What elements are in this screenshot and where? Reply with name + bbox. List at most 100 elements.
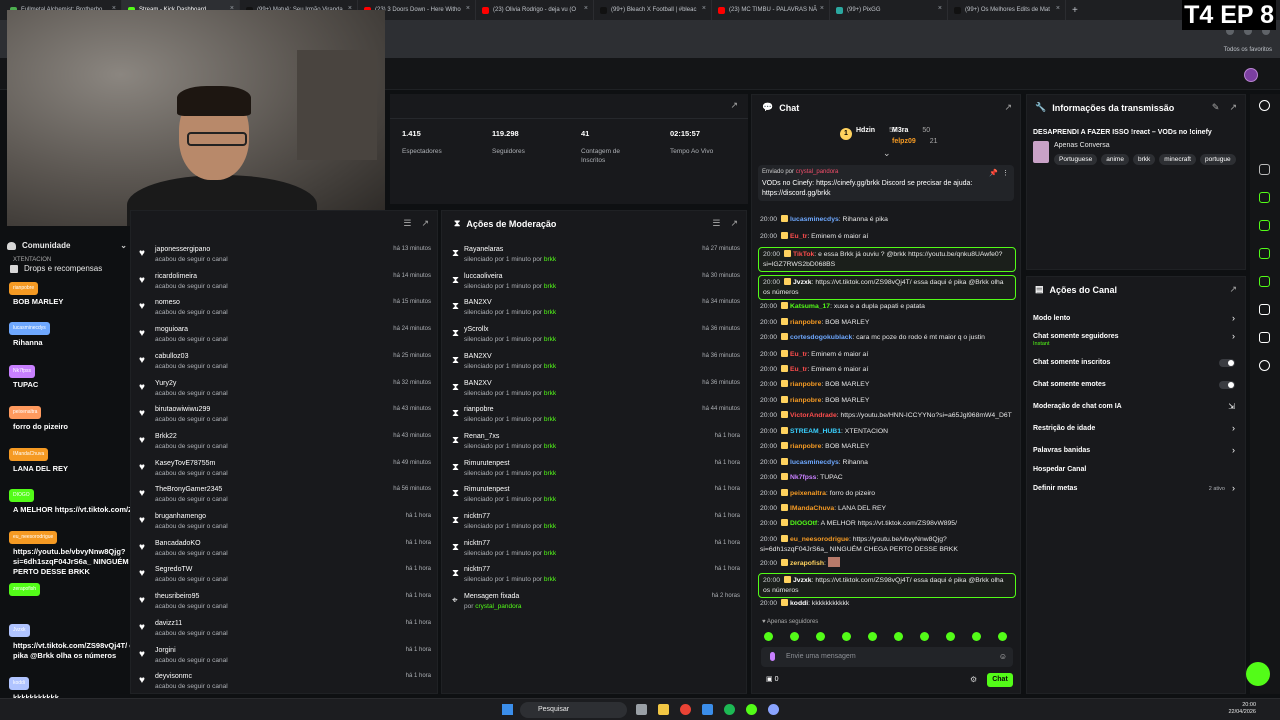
chat-username[interactable]: koddi	[790, 600, 808, 607]
browser-tab[interactable]: (99+) PixGG ×	[830, 0, 948, 20]
chat-username[interactable]: Jvzxk	[793, 279, 812, 286]
chat-input[interactable]: Envie uma mensagem ☺	[761, 647, 1013, 667]
list-item[interactable]: ♥ japonessergipano acabou de seguir o cana…	[139, 245, 431, 271]
pin-icon[interactable]: 📌	[989, 169, 998, 177]
chat-username[interactable]: TikTok	[793, 251, 814, 258]
chat-username[interactable]: rianpobre	[790, 443, 821, 450]
chat-username[interactable]: rianpobre	[790, 381, 821, 388]
list-item[interactable]: ♥ Yury2y acabou de seguir o canal há 32 min…	[139, 379, 431, 405]
new-tab-button[interactable]: +	[1072, 5, 1078, 16]
moderated-user-name[interactable]: rianpobre	[464, 406, 494, 413]
close-icon[interactable]: ×	[820, 5, 824, 12]
emote-icon[interactable]	[998, 632, 1007, 641]
moderator-name[interactable]: brkk	[544, 390, 556, 397]
send-chat-button[interactable]: Chat	[987, 673, 1013, 687]
channel-action-row[interactable]: Modo lento ›	[1027, 313, 1245, 331]
moderated-user-name[interactable]: Rimurutenpest	[464, 486, 510, 493]
server-icon[interactable]	[1259, 304, 1270, 315]
follower-name[interactable]: Brkk22	[155, 433, 177, 440]
emote-icon[interactable]	[764, 632, 773, 641]
emote-icon[interactable]	[868, 632, 877, 641]
moderated-user-name[interactable]: BAN2XV	[464, 380, 492, 387]
chevron-down-icon[interactable]: ⌄	[120, 241, 127, 250]
moderated-user-name[interactable]: BAN2XV	[464, 353, 492, 360]
chat-username[interactable]: Jvzxk	[793, 577, 812, 584]
pinned-by-user[interactable]: crystal_pandora	[796, 169, 839, 175]
chat-username[interactable]: Eu_tr	[790, 366, 807, 373]
chat-username[interactable]: cortesdogokublack	[790, 334, 852, 341]
list-item[interactable]: ♥ Jorgini acabou de seguir o canal há 1 hor…	[139, 646, 431, 672]
message-icon[interactable]	[1259, 248, 1270, 259]
taskbar-search[interactable]: Pesquisar	[520, 702, 627, 718]
moderator-name[interactable]: brkk	[544, 523, 556, 530]
tag-chip[interactable]: minecraft	[1159, 154, 1196, 165]
moderator-name[interactable]: brkk	[544, 309, 556, 316]
browser-tab[interactable]: (99+) Os Melhores Edits de Mat ×	[948, 0, 1066, 20]
moderated-user-name[interactable]: nicktn77	[464, 566, 490, 573]
chat-username[interactable]: lucasminecdys	[790, 459, 839, 466]
list-item[interactable]: ⧗ BAN2XV silenciado por 1 minuto por brkk h…	[450, 298, 740, 324]
camera-icon[interactable]	[1259, 164, 1270, 175]
taskbar-clock[interactable]: 20:00 22/04/2026	[1228, 702, 1256, 716]
emoji-icon[interactable]: ☺	[999, 652, 1007, 661]
popout-icon[interactable]: ↗	[730, 218, 738, 229]
emote-icon[interactable]	[842, 632, 851, 641]
list-item[interactable]: ♥ KaseyTovE78755m acabou de seguir o canal…	[139, 459, 431, 485]
follower-name[interactable]: ricardolimeira	[155, 273, 197, 280]
chat-username[interactable]: IMandaChuva	[790, 505, 834, 512]
follower-name[interactable]: moguioara	[155, 326, 188, 333]
list-item[interactable]: ♥ nomeso acabou de seguir o canal há 15 min…	[139, 298, 431, 324]
chrome-icon[interactable]	[680, 704, 691, 715]
popout-icon[interactable]: ↗	[1004, 102, 1012, 113]
moderated-user-name[interactable]: Rimurutenpest	[464, 460, 510, 467]
chat-username[interactable]: Eu_tr	[790, 351, 807, 358]
list-item[interactable]: ♥ TheBronyGamer2345 acabou de seguir o can…	[139, 485, 431, 511]
emote-icon[interactable]	[920, 632, 929, 641]
close-icon[interactable]: ×	[584, 5, 588, 12]
list-item[interactable]: ♥ BancadadoKO acabou de seguir o canal há 1…	[139, 539, 431, 565]
list-item[interactable]: ⧗ nicktn77 silenciado por 1 minuto por brk…	[450, 539, 740, 565]
follower-name[interactable]: SegredoTW	[155, 566, 192, 573]
moderated-user-name[interactable]: nicktn77	[464, 513, 490, 520]
close-icon[interactable]: ×	[938, 5, 942, 12]
channel-action-row[interactable]: Definir metas 2 ativo ›	[1027, 483, 1245, 501]
filter-icon[interactable]: ☰	[403, 218, 411, 229]
close-icon[interactable]: ×	[466, 5, 470, 12]
quick-action-button[interactable]	[1246, 662, 1270, 686]
channel-action-row[interactable]: Chat somente seguidores Instant ›	[1027, 331, 1245, 349]
moderator-name[interactable]: brkk	[544, 496, 556, 503]
list-item[interactable]: ♥ birutaowiwiwu299 acabou de seguir o cana…	[139, 405, 431, 431]
follower-name[interactable]: japonessergipano	[155, 246, 210, 253]
moderated-user-name[interactable]: yScrollx	[464, 326, 489, 333]
chat-username[interactable]: STREAM_HUB1	[790, 428, 841, 435]
list-item[interactable]: ♥ ricardolimeira acabou de seguir o canal h…	[139, 272, 431, 298]
channel-action-row[interactable]: Chat somente emotes	[1027, 381, 1245, 397]
chat-username[interactable]: zerapofish	[790, 560, 824, 567]
popout-icon[interactable]: ↗	[421, 218, 429, 229]
chat-username[interactable]: rianpobre	[790, 397, 821, 404]
chat-username[interactable]: VictorAndrade	[790, 412, 837, 419]
list-item[interactable]: ⧗ Renan_7xs silenciado por 1 minuto por br…	[450, 432, 740, 458]
channel-action-row[interactable]: Palavras banidas ›	[1027, 445, 1245, 463]
tag-chip[interactable]: anime	[1101, 154, 1129, 165]
list-item[interactable]: ♥ deyvisonmc acabou de seguir o canal há 1 …	[139, 672, 431, 698]
follower-name[interactable]: birutaowiwiwu299	[155, 406, 210, 413]
users-icon[interactable]	[1259, 360, 1270, 371]
top-chatter[interactable]: felpz09 21	[892, 138, 938, 145]
community-section[interactable]: Comunidade ⌄	[7, 238, 127, 253]
emote-icon[interactable]	[946, 632, 955, 641]
moderator-name[interactable]: brkk	[544, 283, 556, 290]
follower-name[interactable]: davizz11	[155, 620, 182, 627]
task-view-icon[interactable]	[636, 704, 647, 715]
chevron-down-icon[interactable]: ⌄	[883, 148, 891, 159]
app-icon[interactable]	[768, 704, 779, 715]
drops-section[interactable]: Drops e recompensas	[10, 264, 102, 273]
chat-username[interactable]: Katsuma_17	[790, 303, 830, 310]
moderator-name[interactable]: brkk	[544, 576, 556, 583]
chat-username[interactable]: eu_neesorodrigue	[790, 536, 849, 543]
tag-chip[interactable]: brkk	[1132, 154, 1156, 165]
link-icon[interactable]	[1259, 276, 1270, 287]
moderated-user-name[interactable]: luccaoliveira	[464, 273, 503, 280]
tag-chip[interactable]: portugue	[1199, 154, 1236, 165]
follower-name[interactable]: cabulloz03	[155, 353, 188, 360]
